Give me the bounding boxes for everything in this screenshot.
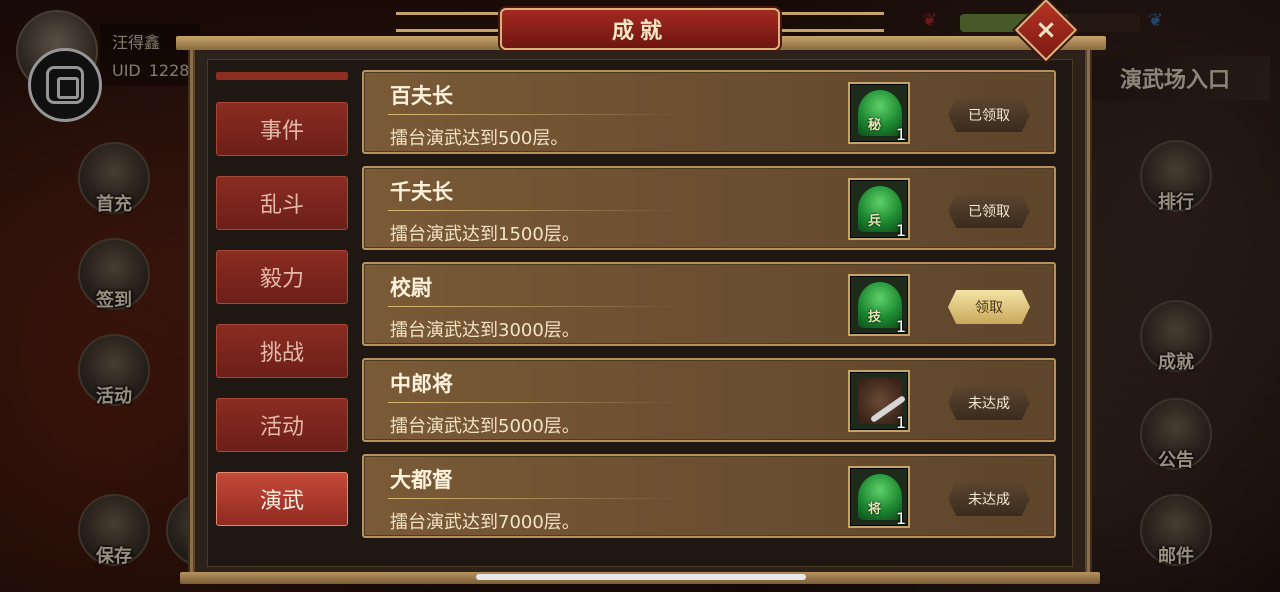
reward-count: 1 bbox=[895, 317, 906, 336]
tab-challenge[interactable]: 挑战 bbox=[216, 324, 348, 378]
dialog-title: 成就 bbox=[611, 18, 668, 44]
dialog-title-plate: 成就 bbox=[500, 8, 780, 50]
achievement-description: 擂台演武达到500层。 bbox=[390, 128, 569, 149]
achievement-title: 大都督 bbox=[390, 468, 453, 492]
reward-item[interactable]: 兵 1 bbox=[848, 178, 910, 240]
not-achieved-button[interactable]: 未达成 bbox=[948, 386, 1030, 420]
achievement-title: 千夫长 bbox=[390, 180, 453, 204]
achievement-row: 千夫长 擂台演武达到1500层。 兵 1 已领取 bbox=[362, 166, 1056, 250]
reward-item[interactable]: 秘 1 bbox=[848, 82, 910, 144]
title-ornament-left bbox=[396, 12, 506, 32]
row-divider bbox=[388, 498, 678, 499]
tab-activity[interactable]: 活动 bbox=[216, 398, 348, 452]
achievement-title: 中郎将 bbox=[390, 372, 453, 396]
achievement-description: 擂台演武达到1500层。 bbox=[390, 224, 580, 245]
achievement-title: 百夫长 bbox=[390, 84, 453, 108]
reward-seal: 技 bbox=[868, 310, 882, 325]
claim-button[interactable]: 领取 bbox=[948, 290, 1030, 324]
reward-count: 1 bbox=[895, 125, 906, 144]
reward-seal: 秘 bbox=[868, 118, 882, 133]
reward-count: 1 bbox=[895, 509, 906, 528]
tab-event[interactable]: 事件 bbox=[216, 102, 348, 156]
achievement-row: 百夫长 擂台演武达到500层。 秘 1 已领取 bbox=[362, 70, 1056, 154]
achievement-row: 中郎将 擂台演武达到5000层。 1 未达成 bbox=[362, 358, 1056, 442]
row-divider bbox=[388, 306, 678, 307]
reward-seal: 将 bbox=[868, 502, 882, 517]
achievement-description: 擂台演武达到7000层。 bbox=[390, 512, 580, 533]
reward-seal: 兵 bbox=[868, 214, 882, 229]
reward-count: 1 bbox=[895, 413, 906, 432]
reward-item[interactable]: 技 1 bbox=[848, 274, 910, 336]
achievement-title: 校尉 bbox=[390, 276, 432, 300]
tab-brawl[interactable]: 乱斗 bbox=[216, 176, 348, 230]
close-icon[interactable]: × bbox=[1024, 8, 1068, 52]
claimed-button[interactable]: 已领取 bbox=[948, 98, 1030, 132]
reward-item[interactable]: 将 1 bbox=[848, 466, 910, 528]
achievement-description: 擂台演武达到5000层。 bbox=[390, 416, 580, 437]
category-tab-partial bbox=[216, 72, 348, 80]
reward-item[interactable]: 1 bbox=[848, 370, 910, 432]
title-ornament-right bbox=[774, 12, 884, 32]
row-divider bbox=[388, 402, 678, 403]
achievement-row: 校尉 擂台演武达到3000层。 技 1 领取 bbox=[362, 262, 1056, 346]
tab-arena[interactable]: 演武 bbox=[216, 472, 348, 526]
row-divider bbox=[388, 114, 678, 115]
row-divider bbox=[388, 210, 678, 211]
achievement-description: 擂台演武达到3000层。 bbox=[390, 320, 580, 341]
reward-count: 1 bbox=[895, 221, 906, 240]
achievement-row: 大都督 擂台演武达到7000层。 将 1 未达成 bbox=[362, 454, 1056, 538]
tab-perseverance[interactable]: 毅力 bbox=[216, 250, 348, 304]
not-achieved-button[interactable]: 未达成 bbox=[948, 482, 1030, 516]
claimed-button[interactable]: 已领取 bbox=[948, 194, 1030, 228]
home-indicator[interactable] bbox=[476, 574, 806, 580]
